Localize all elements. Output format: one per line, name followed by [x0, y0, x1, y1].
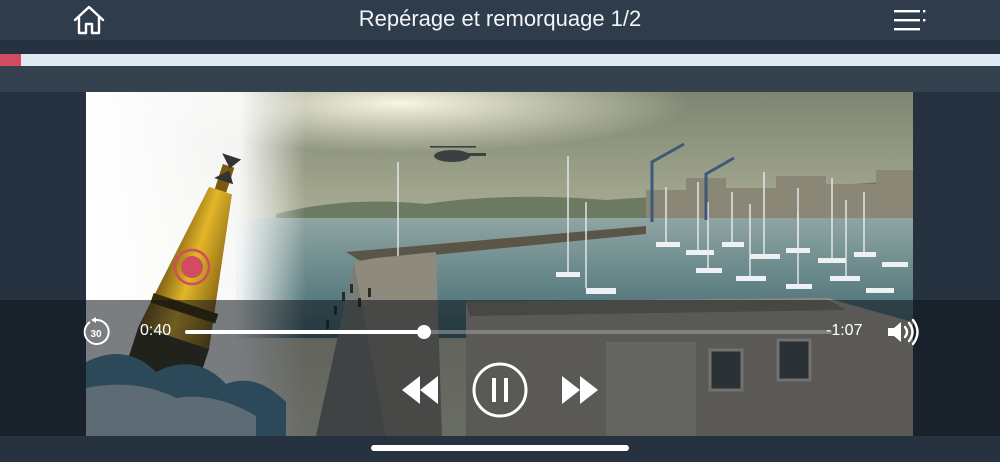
rewind-button[interactable] — [400, 374, 440, 406]
pause-icon — [472, 362, 528, 418]
seek-progress — [185, 330, 425, 334]
replay-30-button[interactable]: 30 — [80, 316, 112, 348]
rewind-icon — [402, 376, 438, 404]
pause-button[interactable] — [472, 362, 528, 418]
elapsed-time: 0:40 — [140, 322, 172, 339]
lesson-progress-fill — [0, 54, 21, 66]
menu-button[interactable] — [892, 8, 928, 32]
replay-30-icon: 30 — [83, 317, 110, 345]
seek-bar[interactable] — [185, 325, 832, 339]
menu-list-icon — [894, 10, 926, 31]
volume-icon — [888, 318, 919, 346]
remaining-time: -1:07 — [826, 322, 863, 339]
replay-label: 30 — [90, 329, 102, 340]
lesson-progress-bar — [0, 54, 1000, 66]
header-band — [0, 66, 1000, 92]
home-indicator — [371, 445, 629, 451]
page-title: Repérage et remorquage 1/2 — [358, 6, 642, 31]
fast-forward-icon — [562, 376, 598, 404]
fast-forward-button[interactable] — [560, 374, 600, 406]
volume-button[interactable] — [886, 318, 920, 346]
